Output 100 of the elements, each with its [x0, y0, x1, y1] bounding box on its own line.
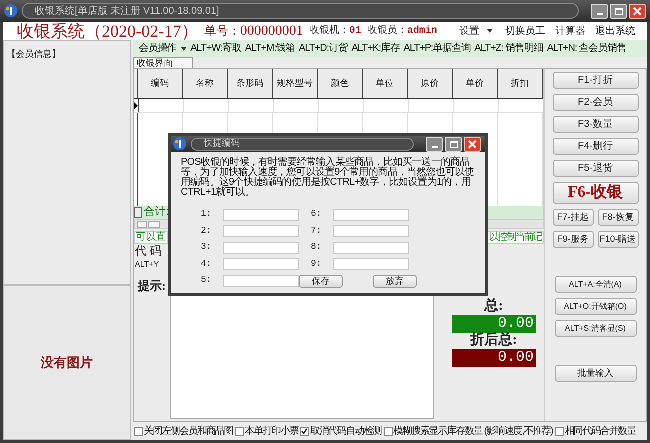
maximize-icon: [450, 140, 458, 148]
column-header: 单位: [363, 69, 408, 98]
field-label: 收银机：: [309, 24, 350, 38]
field-label: 5:: [201, 274, 213, 287]
function-key-button[interactable]: F6-收银: [552, 182, 638, 204]
input-field[interactable]: [223, 242, 299, 254]
maximize-button[interactable]: [610, 4, 627, 18]
maximize-icon: [614, 8, 622, 14]
caret-icon: [180, 46, 187, 50]
maximize-button[interactable]: [445, 136, 462, 152]
field-label: 单号：: [204, 22, 240, 40]
function-key-button[interactable]: F1-打折: [552, 72, 638, 89]
minimize-button[interactable]: [591, 4, 608, 18]
function-key-button[interactable]: F3-数量: [552, 116, 638, 133]
current-row-icon: [134, 102, 138, 110]
function-key-button[interactable]: F2-会员: [552, 94, 638, 111]
total-caption: 折后总:: [470, 333, 518, 349]
toolbar-item[interactable]: ALT+M:钱箱: [245, 41, 296, 56]
field-label: 3:: [201, 241, 213, 254]
checkbox[interactable]: [300, 426, 310, 436]
checkbox[interactable]: [384, 426, 393, 436]
field-label: 6:: [311, 208, 323, 221]
function-key-button[interactable]: F8-恢复: [598, 209, 638, 226]
checkbox-option[interactable]: 模糊搜索显示库存数量 (影响速度,不推荐): [384, 424, 553, 438]
panel-title: 【会员信息】: [7, 49, 61, 59]
input-field[interactable]: [333, 208, 409, 221]
input-field[interactable]: [223, 208, 299, 221]
field-label: 4:: [201, 258, 213, 270]
dialog-description: POS收银的时候，有时需要经常输入某些商品，比如买一送一的商品等，为了加快输入速度，您可以设置9个常用的商品，当然您也可以使用编码。这9个快捷编码的使用是按CTRL+数字，比如设置为1的，用CTRL+1就可以。: [181, 158, 475, 198]
batch-input-button[interactable]: 批量输入: [554, 365, 636, 382]
toolbar-item[interactable]: ALT+D:订货: [299, 41, 348, 56]
checkbox[interactable]: [134, 426, 143, 436]
minimize-button[interactable]: [426, 136, 443, 152]
input-field[interactable]: [333, 225, 409, 238]
checkbox-option[interactable]: 取消代码自动检测: [300, 424, 382, 438]
field-label: 7:: [311, 224, 323, 238]
toolbar-item[interactable]: ALT+N: 查会员销售: [547, 41, 626, 56]
input-field[interactable]: [223, 274, 299, 287]
input-field[interactable]: [333, 242, 409, 254]
window-title: 收银系统[单店版 未注册 V11.00-18.09.01]: [35, 4, 220, 18]
dialog-title: 快捷编码: [204, 137, 240, 150]
amount-display: 0.00: [452, 315, 536, 333]
field-value: 000000001: [240, 22, 304, 40]
checkbox[interactable]: [235, 426, 244, 436]
hint-text: 以控制当前记: [487, 231, 544, 244]
close-icon: [468, 140, 477, 148]
app-title: 收银系统（2020-02-17）: [17, 22, 198, 40]
menu-item[interactable]: 设置: [459, 24, 494, 38]
column-header: 颜色: [318, 69, 363, 98]
checkbox-option[interactable]: 关闭左侧会员和商品图: [134, 424, 234, 438]
prompt-label: 提示:: [138, 278, 167, 295]
toolbar-item[interactable]: ALT+K:库存: [352, 41, 400, 56]
column-header: 规格型号: [273, 69, 318, 98]
hint-text: 可以直: [134, 231, 168, 244]
minimize-icon: [596, 12, 602, 14]
column-header: 编码: [138, 69, 183, 98]
shortcut-button[interactable]: ALT+A:全清(A): [554, 276, 636, 293]
input-field[interactable]: [223, 225, 299, 238]
function-key-button[interactable]: F9-服务: [552, 231, 594, 248]
column-header: 名称: [183, 69, 228, 98]
no-image-text: 没有图片: [41, 354, 93, 372]
dialog-button[interactable]: 保存: [299, 275, 343, 288]
shortcut-hint: ALT+Y: [134, 259, 160, 271]
checkbox-option[interactable]: 相同代码合并数量: [554, 424, 636, 438]
app-icon: [4, 4, 18, 18]
field-label: 8:: [311, 241, 323, 254]
field-value: admin: [407, 24, 438, 39]
column-header: 折扣: [498, 69, 543, 98]
input-field[interactable]: [333, 258, 409, 270]
field-label: 收银员：: [367, 24, 408, 38]
field-label: 2:: [201, 224, 213, 238]
app-icon: [173, 137, 187, 151]
menu-item[interactable]: 计算器: [555, 24, 586, 38]
field-label: 1:: [201, 208, 213, 221]
minimize-icon: [432, 146, 438, 148]
toolbar-item[interactable]: 会员操作: [139, 41, 187, 56]
menu-item[interactable]: 退出系统: [595, 24, 636, 38]
toolbar-item[interactable]: ALT+W:寄取: [190, 41, 242, 56]
shortcut-button[interactable]: ALT+S:清客显(S): [554, 320, 636, 337]
checkbox-option[interactable]: 本单打印小票: [235, 424, 298, 438]
field-label: 9:: [311, 258, 323, 270]
input-field[interactable]: [223, 258, 299, 270]
function-key-button[interactable]: F4-删行: [552, 138, 638, 155]
column-header: 原价: [408, 69, 453, 98]
column-header: 单价: [453, 69, 498, 98]
toolbar-item[interactable]: ALT+P:单据查询: [404, 41, 471, 56]
checkbox[interactable]: [554, 426, 564, 436]
toolbar-item[interactable]: ALT+Z: 销售明细: [474, 41, 544, 56]
tab[interactable]: 收银界面: [133, 57, 193, 68]
field-value: 01: [349, 25, 362, 39]
close-button[interactable]: [464, 136, 481, 152]
dialog-button[interactable]: 放弃: [373, 275, 417, 288]
menu-item[interactable]: 切换员工: [505, 24, 546, 38]
close-button[interactable]: [629, 4, 646, 18]
function-key-button[interactable]: F10-赠送: [598, 231, 638, 248]
amount-display: 0.00: [452, 349, 536, 367]
shortcut-button[interactable]: ALT+O:开钱箱(O): [554, 298, 636, 315]
function-key-button[interactable]: F7-挂起: [552, 209, 594, 226]
total-caption: 总:: [484, 299, 504, 315]
function-key-button[interactable]: F5-退货: [552, 160, 638, 177]
